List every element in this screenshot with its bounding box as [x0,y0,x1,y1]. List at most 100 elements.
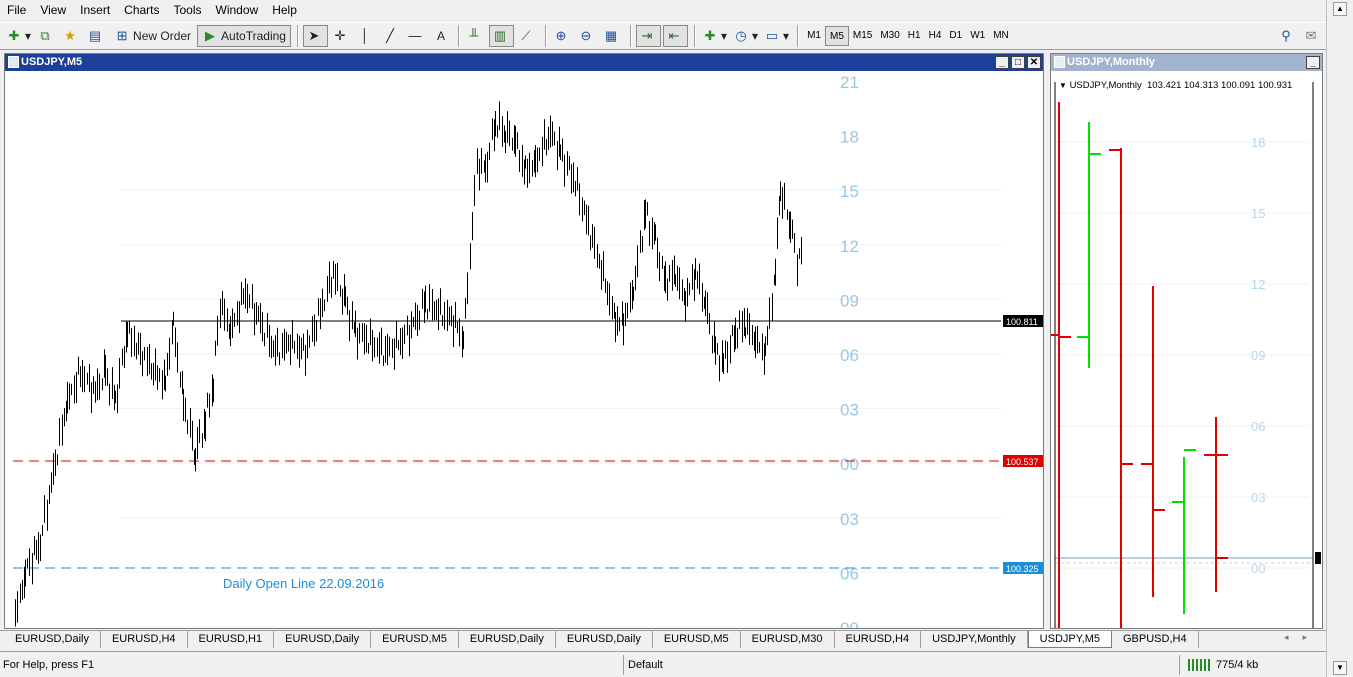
candlestick-button[interactable]: ▥ [488,25,514,47]
tile-windows-button[interactable]: ▦ [601,25,624,47]
menu-charts[interactable]: Charts [117,0,166,21]
menu-help[interactable]: Help [265,0,304,21]
navigator-button[interactable]: ▤ [85,25,108,47]
text-tool-button[interactable]: A [430,25,452,47]
close-button[interactable]: ✕ [1027,56,1041,69]
timeframe-w1-button[interactable]: W1 [966,26,989,46]
favorites-button[interactable]: ★ [60,25,83,47]
side-chart-plot[interactable]: 18151209060300 [1051,72,1323,629]
chart-tab[interactable]: EURUSD,Daily [556,631,653,648]
side-chart-titlebar[interactable]: USDJPY,Monthly _ [1051,54,1322,71]
daily-open-label: Daily Open Line 22.09.2016 [223,576,384,591]
autotrading-button[interactable]: ▶ AutoTrading [197,25,291,47]
price-axis-label: 12 [840,237,859,256]
bar-chart-button[interactable]: ╨ [464,25,487,47]
new-chart-button[interactable]: ✚ ▾ [4,25,33,47]
navigator-icon: ▤ [88,28,102,43]
red-line-price-tag: 100.537 [1006,457,1039,467]
trendline-icon: ╱ [386,28,394,43]
menu-tools[interactable]: Tools [167,0,209,21]
vertical-line-button[interactable]: │ [355,25,378,47]
crosshair-icon: ✛ [334,28,346,43]
minimize-button[interactable]: _ [995,56,1009,69]
timeframe-m30-button[interactable]: M30 [876,26,903,46]
chart-tab[interactable]: USDJPY,Monthly [921,631,1028,648]
chart-tab[interactable]: EURUSD,M5 [653,631,741,648]
cursor-tool-button[interactable]: ➤ [302,25,328,47]
timeframe-d1-button[interactable]: D1 [945,26,966,46]
scroll-down-icon[interactable]: ▼ [1333,661,1347,675]
autoscroll-button[interactable]: ⇥ [635,25,661,47]
chart-tab[interactable]: EURUSD,Daily [459,631,556,648]
timeframe-mn-button[interactable]: MN [989,26,1013,46]
side-minimize-button[interactable]: _ [1306,56,1320,69]
new-order-label: New Order [133,29,192,43]
price-axis-label: 21 [840,73,859,92]
timeframe-group: M1 M5 M15 M30 H1 H4 D1 W1 MN [803,26,1013,46]
zoom-out-button[interactable]: ⊖ [576,25,599,47]
chart-tab[interactable]: EURUSD,Daily [4,631,101,648]
chart-shift-button[interactable]: ⇤ [662,25,688,47]
main-chart-window[interactable]: USDJPY,M5 _ □ ✕ 21 18 15 12 09 06 03 00 03 06 09 10… [4,53,1044,629]
menu-view[interactable]: View [33,0,73,21]
dropdown-arrow-icon[interactable]: ▼ [1059,81,1067,90]
zoom-in-button[interactable]: ⊕ [551,25,574,47]
price-axis-label: 18 [1251,135,1265,150]
search-button[interactable]: ⚲ [1276,25,1299,47]
menu-file[interactable]: File [0,0,33,21]
chart-tab[interactable]: USDJPY,M5 [1027,631,1112,648]
status-traffic: 775/4 kb [1180,655,1326,675]
price-axis-label: 03 [840,401,859,420]
timeframe-m5-button[interactable]: M5 [824,26,849,46]
indicators-button[interactable]: ✚ ▾ [700,25,729,47]
toolbar-separator [693,25,696,47]
chat-button[interactable]: ✉ [1301,25,1324,47]
candlestick-icon: ▥ [493,28,507,43]
profiles-button[interactable]: ⧉ [35,25,58,47]
tab-scroll-arrows[interactable]: ◂▸ [1284,632,1321,643]
templates-button[interactable]: ▭ ▾ [762,25,791,47]
window-scrollbar[interactable]: ▲ ▼ [1326,0,1353,677]
crosshair-tool-button[interactable]: ✛ [330,25,353,47]
chart-window-icon [8,56,19,68]
maximize-button[interactable]: □ [1011,56,1025,69]
price-axis-label: 18 [840,128,859,147]
vertical-line-icon: │ [360,28,370,43]
black-line-price-tag: 100.811 [1006,317,1038,327]
chart-tab[interactable]: EURUSD,M30 [741,631,835,648]
new-order-icon: ⊞ [116,28,128,43]
timeframe-m1-button[interactable]: M1 [803,26,825,46]
side-chart-window[interactable]: USDJPY,Monthly _ 18 15 12 09 06 03 00 ▼ USDJPY… [1050,53,1323,629]
main-chart-plot[interactable]: 21 18 15 12 09 06 03 00 03 06 09 100.811 100.537 100.… [5,72,1044,629]
chart-tab[interactable]: GBPUSD,H4 [1112,631,1199,648]
chart-tab[interactable]: EURUSD,Daily [274,631,372,648]
chart-tab[interactable]: EURUSD,H4 [101,631,188,648]
side-chart-info: ▼ USDJPY,Monthly 103.421 104.313 100.091… [1059,80,1292,91]
autoscroll-icon: ⇥ [641,28,653,43]
chart-tab[interactable]: EURUSD,H4 [835,631,922,648]
timeframe-m15-button[interactable]: M15 [849,26,876,46]
timeframe-h4-button[interactable]: H4 [925,26,946,46]
menu-window[interactable]: Window [209,0,266,21]
chart-tab[interactable]: EURUSD,M5 [371,631,459,648]
main-chart-titlebar[interactable]: USDJPY,M5 _ □ ✕ [5,54,1043,71]
chart-shift-icon: ⇤ [668,28,680,43]
templates-icon: ▭ [765,28,779,43]
menu-insert[interactable]: Insert [73,0,117,21]
horizontal-line-button[interactable]: — [405,25,428,47]
price-axis-label: 15 [1251,206,1265,221]
autotrading-icon: ▶ [205,28,216,43]
chart-tab[interactable]: EURUSD,H1 [188,631,275,648]
line-chart-button[interactable]: ⟋ [516,25,539,47]
periods-button[interactable]: ◷ ▾ [731,25,760,47]
price-axis-label: 15 [840,182,859,201]
chart-window-icon [1054,56,1065,68]
toolbar-separator [544,25,547,47]
price-axis-label: 12 [1251,277,1265,292]
connection-bars-icon [1188,658,1212,671]
scroll-up-icon[interactable]: ▲ [1333,2,1347,16]
new-order-button[interactable]: ⊞ New Order [110,25,195,47]
timeframe-h1-button[interactable]: H1 [904,26,925,46]
trendline-button[interactable]: ╱ [380,25,403,47]
toolbar-separator [629,25,632,47]
